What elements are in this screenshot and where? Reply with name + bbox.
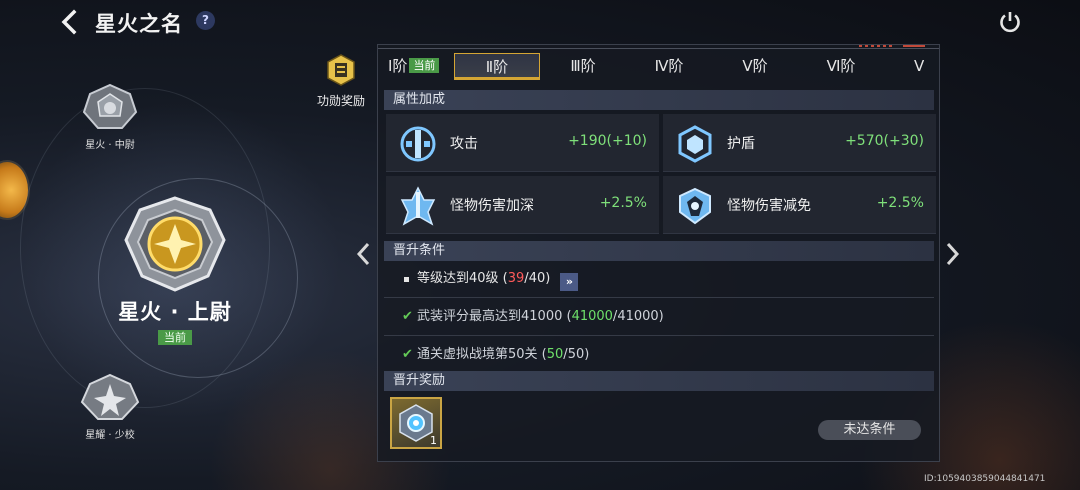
tab-label: Ⅲ阶 bbox=[570, 57, 596, 75]
tab-label: Ⅱ阶 bbox=[485, 58, 509, 76]
rank-node-major[interactable]: 星耀 · 少校 bbox=[76, 372, 144, 441]
condition-current: 41000 bbox=[571, 309, 613, 324]
stat-monster-damage-up: 怪物伤害加深 +2.5% bbox=[386, 176, 659, 234]
merit-reward-label: 功勋奖励 bbox=[316, 94, 365, 108]
tab-tier-1[interactable]: Ⅰ阶 当前 bbox=[384, 53, 454, 80]
tab-tier-3[interactable]: Ⅲ阶 bbox=[540, 53, 626, 80]
merit-medal-icon bbox=[327, 54, 355, 86]
shield-icon bbox=[678, 125, 712, 163]
back-arrow-icon bbox=[61, 9, 77, 35]
condition-target: 40 bbox=[528, 271, 546, 286]
bullet bbox=[404, 277, 409, 282]
power-icon bbox=[1000, 12, 1020, 33]
tab-tier-5[interactable]: Ⅴ阶 bbox=[712, 53, 798, 80]
rank-label: 星火 · 中尉 bbox=[85, 140, 135, 151]
current-badge: 当前 bbox=[158, 330, 192, 345]
rank-label: 星耀 · 少校 bbox=[85, 430, 135, 441]
condition-gear-score: ✔ 武装评分最高达到41000 (41000/41000) bbox=[384, 298, 934, 336]
stat-name: 怪物伤害加深 bbox=[450, 198, 534, 214]
condition-current: 39 bbox=[507, 271, 525, 286]
tab-label: Ⅵ阶 bbox=[826, 57, 856, 75]
stat-value-bonus: (+30) bbox=[883, 133, 924, 149]
conditions-section-header: 晋升条件 bbox=[384, 241, 934, 261]
stat-monster-damage-reduce: 怪物伤害减免 +2.5% bbox=[663, 176, 936, 234]
condition-text: 武装评分最高达到41000 (41000/41000) bbox=[417, 298, 664, 336]
tab-tier-4[interactable]: Ⅳ阶 bbox=[626, 53, 712, 80]
tab-tier-6[interactable]: Ⅵ阶 bbox=[798, 53, 884, 80]
stat-value-number: +190 bbox=[568, 133, 607, 149]
stat-value: +2.5% bbox=[876, 195, 924, 211]
rewards-section-header: 晋升奖励 bbox=[384, 371, 934, 391]
condition-virtual-battle: ✔ 通关虚拟战境第50关 (50/50) bbox=[384, 336, 934, 374]
user-id: ID:1059403859044841471 bbox=[924, 474, 1046, 484]
stat-value: +570(+30) bbox=[845, 133, 924, 149]
star-rank-emblem-icon bbox=[80, 373, 140, 420]
merit-reward-button[interactable]: 功勋奖励 bbox=[312, 54, 370, 109]
condition-text: 通关虚拟战境第50关 (50/50) bbox=[417, 336, 589, 374]
help-icon[interactable]: ? bbox=[196, 11, 215, 30]
current-rank-label: 星火 · 上尉 bbox=[118, 300, 232, 324]
stat-name: 护盾 bbox=[727, 136, 755, 152]
tier-tabs: Ⅰ阶 当前 Ⅱ阶 Ⅲ阶 Ⅳ阶 Ⅴ阶 Ⅵ阶 Ⅶ bbox=[384, 53, 936, 80]
rank-node-captain-current[interactable]: 星火 · 上尉 当前 bbox=[110, 196, 240, 345]
check-icon: ✔ bbox=[402, 309, 413, 324]
condition-description: 武装评分最高达到41000 ( bbox=[417, 309, 572, 324]
attributes-section-header: 属性加成 bbox=[384, 90, 934, 110]
tab-label: Ⅰ阶 bbox=[388, 57, 408, 75]
reward-quantity: 1 bbox=[430, 434, 437, 447]
condition-end: ) bbox=[584, 347, 590, 362]
condition-end: ) bbox=[658, 309, 664, 324]
attack-icon bbox=[400, 126, 436, 162]
condition-target: 50 bbox=[567, 347, 585, 362]
stat-value: +2.5% bbox=[599, 195, 647, 211]
monster-damage-up-icon bbox=[400, 186, 436, 226]
reward-item[interactable]: 1 bbox=[390, 397, 442, 449]
prev-rank-arrow-icon[interactable] bbox=[354, 240, 374, 268]
condition-target: 41000 bbox=[617, 309, 659, 324]
stat-name: 攻击 bbox=[450, 136, 478, 152]
tab-label: Ⅳ阶 bbox=[654, 57, 684, 75]
tab-tier-7[interactable]: Ⅶ bbox=[884, 53, 924, 80]
check-icon: ✔ bbox=[402, 347, 413, 362]
tab-tier-2[interactable]: Ⅱ阶 bbox=[454, 53, 540, 80]
exit-button[interactable] bbox=[998, 10, 1022, 34]
stat-attack: 攻击 +190(+10) bbox=[386, 114, 659, 172]
condition-description: 通关虚拟战境第50关 ( bbox=[417, 347, 547, 362]
stat-shield: 护盾 +570(+30) bbox=[663, 114, 936, 172]
back-button[interactable] bbox=[56, 8, 84, 36]
page-title: 星火之名 bbox=[95, 12, 183, 36]
rank-detail-panel: Ⅰ阶 当前 Ⅱ阶 Ⅲ阶 Ⅳ阶 Ⅴ阶 Ⅵ阶 Ⅶ 属性加成 攻击 +190(+10) … bbox=[377, 44, 940, 462]
monster-damage-reduce-icon bbox=[679, 187, 711, 225]
condition-end: ) bbox=[545, 271, 551, 286]
condition-level: 等级达到40级 (39/40) » bbox=[384, 260, 934, 298]
tab-label: Ⅶ bbox=[914, 57, 924, 75]
stat-value-number: +570 bbox=[845, 133, 884, 149]
condition-current: 50 bbox=[546, 347, 564, 362]
current-tag: 当前 bbox=[409, 58, 440, 73]
silver-rank-emblem-icon bbox=[82, 83, 138, 129]
tab-label: Ⅴ阶 bbox=[742, 57, 768, 75]
stat-value: +190(+10) bbox=[568, 133, 647, 149]
claim-button[interactable]: 未达条件 bbox=[818, 420, 921, 440]
goto-button[interactable]: » bbox=[560, 273, 579, 291]
gold-rank-emblem-icon bbox=[124, 196, 226, 292]
panel-top-line bbox=[378, 45, 939, 49]
condition-text: 等级达到40级 (39/40) » bbox=[417, 260, 579, 298]
condition-description: 等级达到40级 ( bbox=[417, 271, 508, 286]
next-rank-arrow-icon[interactable] bbox=[942, 240, 962, 268]
stat-value-bonus: (+10) bbox=[606, 133, 647, 149]
rank-node-lieutenant[interactable]: 星火 · 中尉 bbox=[78, 82, 142, 151]
stat-name: 怪物伤害减免 bbox=[727, 198, 811, 214]
